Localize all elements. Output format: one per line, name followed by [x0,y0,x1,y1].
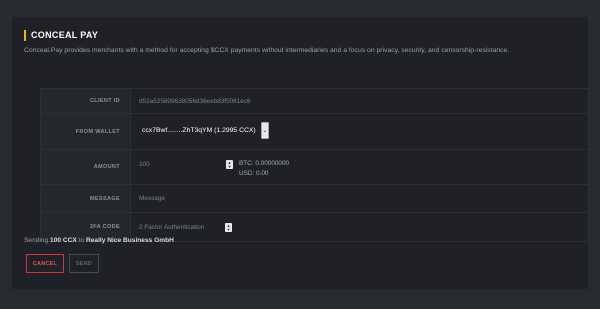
client-id-value-cell: d52a525899638056d36eeb83f5061ec6 [139,89,251,113]
sending-summary: Sending 100 CCX to Really Nice Business … [24,237,174,244]
from-wallet-label-cell: FROM WALLET [41,114,131,149]
sending-recipient: Really Nice Business GmbH [85,237,174,244]
message-label-cell: MESSAGE [41,185,131,212]
page-description: Conceal.Pay provides merchants with a me… [24,47,510,54]
sending-amount: 100 CCX [50,237,77,244]
amount-row: AMOUNT 100 ▲ ▼ BTC: 0.00000000 USD: 0.00 [41,150,588,185]
title-wrap: CONCEAL PAY [24,29,98,41]
page-title: CONCEAL PAY [31,30,99,40]
wallet-dropdown-button[interactable]: ⌄ [260,122,269,139]
client-id-label: CLIENT ID [89,98,120,104]
stepper-down-icon: ▼ [227,163,232,169]
amount-label: AMOUNT [93,164,120,170]
wallet-select[interactable]: ccx7Bwf........ZhT3qYM (1.2995 CCX) ⌄ [137,121,269,140]
twofa-label: 2FA CODE [89,224,120,230]
message-input[interactable]: Message [139,185,165,212]
amount-label-cell: AMOUNT [41,150,131,184]
twofa-placeholder: 2 Factor Authentication [139,223,205,231]
message-row: MESSAGE Message [41,185,588,213]
client-id-value: d52a525899638056d36eeb83f5061ec6 [139,97,251,105]
amount-placeholder: 100 [139,161,150,168]
stepper-down-icon: ▼ [226,226,231,232]
amount-input[interactable]: 100 [139,150,150,184]
cancel-button[interactable]: CANCEL [26,254,64,273]
twofa-stepper[interactable]: ▲ ▼ [225,223,232,232]
sending-middle: to [76,237,86,244]
message-label: MESSAGE [89,195,120,202]
from-wallet-label: FROM WALLET [75,128,120,135]
amount-stepper[interactable]: ▲ ▼ [226,160,233,169]
payment-form: CLIENT ID d52a525899638056d36eeb83f5061e… [40,88,589,242]
from-wallet-row: FROM WALLET ccx7Bwf........ZhT3qYM (1.29… [41,114,588,150]
conceal-pay-panel: CONCEAL PAY Conceal.Pay provides merchan… [12,17,589,289]
client-id-row: CLIENT ID d52a525899638056d36eeb83f5061e… [41,89,588,114]
message-placeholder: Message [139,195,165,202]
usd-conversion: USD: 0.00 [239,170,269,177]
send-button[interactable]: SEND [69,254,99,273]
btc-conversion: BTC: 0.00000000 [239,160,290,167]
client-id-label-cell: CLIENT ID [41,89,131,113]
title-accent-bar [24,29,26,41]
wallet-select-value: ccx7Bwf........ZhT3qYM (1.2995 CCX) [142,127,256,134]
sending-prefix: Sending [24,237,51,244]
chevron-down-icon: ⌄ [262,127,268,134]
